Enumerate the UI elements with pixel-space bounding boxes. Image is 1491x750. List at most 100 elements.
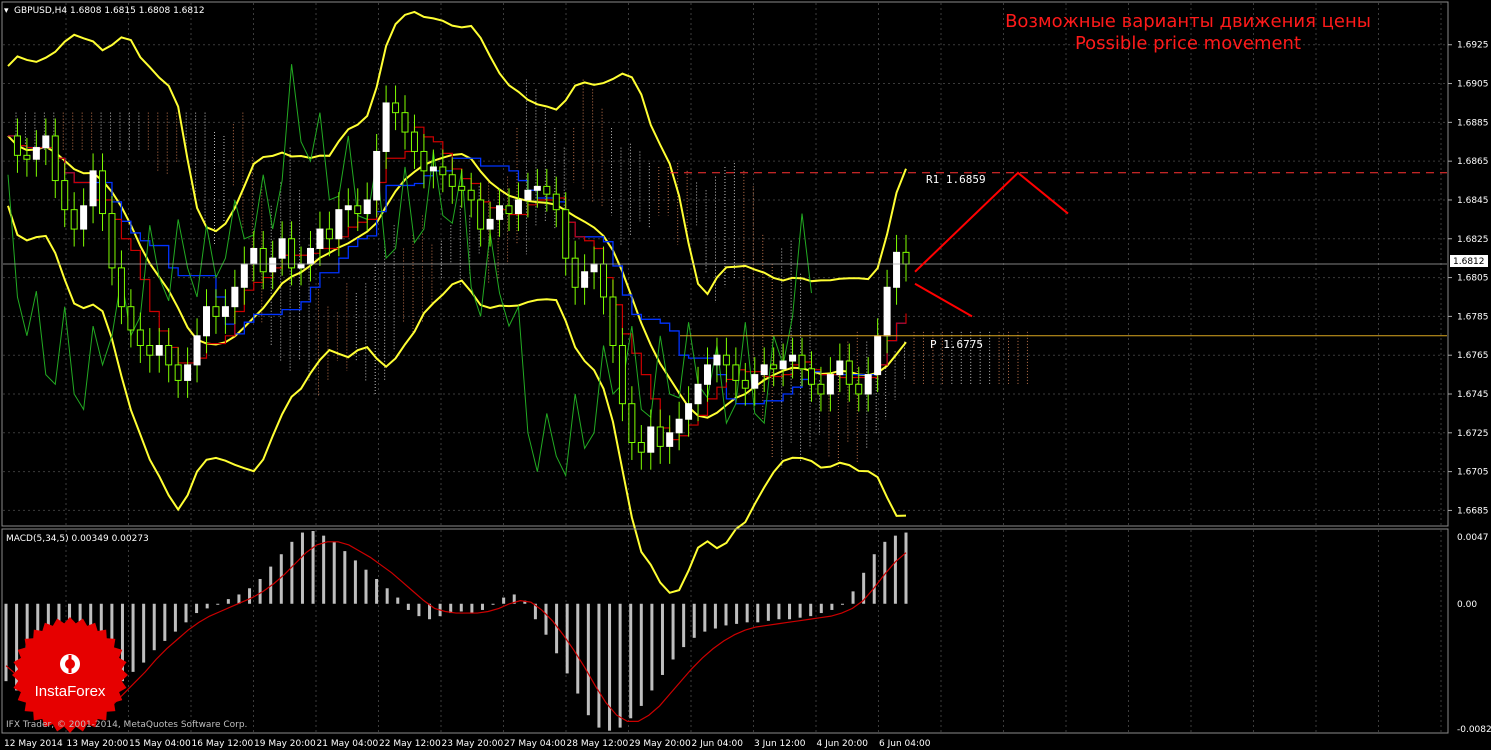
price-tick-label: 1.6745 (1457, 390, 1489, 400)
macd-bar (258, 578, 262, 604)
candle-body (127, 306, 135, 331)
candle-body (647, 426, 655, 453)
candle-body (32, 147, 40, 160)
candle-body (524, 189, 532, 201)
candle-body (392, 102, 400, 114)
price-tick-label: 1.6865 (1457, 157, 1489, 167)
macd-bar (332, 541, 336, 604)
candle-body (269, 257, 277, 273)
trading-chart[interactable]: R1 1.6859 P 1.6775 ▾ GBPUSD,H4 1.6808 1.6… (0, 0, 1491, 750)
candle-body (703, 364, 711, 385)
macd-bar (205, 603, 209, 609)
macd-bar (851, 591, 855, 604)
macd-bar (639, 603, 643, 706)
macd-bar (544, 603, 548, 635)
macd-bar (788, 603, 792, 620)
candle-body (439, 166, 447, 176)
candle-body (477, 199, 485, 230)
macd-bar (703, 603, 707, 632)
candle-body (363, 199, 371, 215)
candle-body (344, 205, 352, 211)
candle-body (288, 238, 296, 269)
time-tick-label: 12 May 2014 (4, 739, 63, 749)
candle-body (99, 170, 107, 215)
candle-body (212, 306, 220, 317)
copyright: IFX Trader, © 2001-2014, MetaQuotes Soft… (6, 720, 247, 730)
candle-body (789, 354, 797, 362)
candle-body (562, 209, 570, 259)
candle-body (278, 238, 286, 259)
candle-body (231, 286, 239, 308)
macd-bar (904, 532, 908, 604)
candle-body (817, 383, 825, 395)
macd-bar (671, 603, 675, 660)
macd-bar (163, 603, 167, 641)
time-tick-label: 21 May 04:00 (317, 739, 379, 749)
candle-body (448, 174, 456, 187)
macd-bar (4, 603, 8, 682)
macd-bar (756, 603, 760, 623)
time-tick-label: 23 May 20:00 (442, 739, 504, 749)
price-tick-label: 1.6765 (1457, 351, 1489, 361)
macd-bar (343, 551, 347, 604)
candle-body (467, 189, 475, 201)
candle-body (826, 374, 834, 395)
candle-body (666, 432, 674, 447)
candle-body (807, 368, 815, 385)
price-tick-label: 1.6925 (1457, 41, 1489, 51)
candle-body (779, 360, 787, 370)
candle-body (193, 335, 201, 366)
time-tick-label: 16 May 12:00 (192, 739, 254, 749)
candle-body (845, 360, 853, 385)
candle-body (694, 383, 702, 405)
macd-bar (216, 603, 220, 605)
candle-body (51, 135, 59, 182)
candle-body (165, 344, 173, 366)
current-price-label: 1.6812 (1453, 257, 1485, 267)
candle-body (760, 364, 768, 376)
candle-body (798, 354, 806, 370)
macd-bar (279, 554, 283, 604)
candle-body (429, 166, 437, 172)
candle-body (902, 251, 910, 265)
logo-text: InstaForex (35, 683, 106, 700)
macd-bar (142, 603, 146, 663)
price-tick-label: 1.6825 (1457, 235, 1489, 245)
macd-bar (745, 603, 749, 623)
candle-body (893, 251, 901, 288)
macd-bar (830, 603, 834, 610)
macd-bar (417, 603, 421, 617)
macd-bar (195, 603, 199, 614)
candle-body (486, 218, 494, 230)
macd-bar (480, 603, 484, 610)
current-price-tag: 1.6812 (1450, 255, 1488, 267)
candle-body (732, 364, 740, 381)
price-tick-label: 1.6705 (1457, 468, 1489, 478)
macd-bar (173, 603, 177, 632)
candle-body (146, 344, 154, 356)
symbol-header-icon[interactable]: ▾ (4, 6, 9, 16)
candle-body (316, 228, 324, 249)
time-tick-label: 19 May 20:00 (254, 739, 316, 749)
macd-bar (375, 578, 379, 604)
time-tick-label: 2 Jun 04:00 (692, 739, 744, 749)
candle-body (297, 263, 305, 269)
level-label: P 1.6775 (930, 338, 983, 351)
macd-bar (766, 603, 770, 621)
candle-body (108, 213, 116, 269)
annotation-line1: Возможные варианты движения цены (1005, 11, 1371, 32)
logo-icon (60, 654, 80, 674)
time-tick-label: 29 May 20:00 (629, 739, 691, 749)
macd-bar (597, 603, 601, 728)
candle-body (354, 205, 362, 215)
macd-bar (184, 603, 188, 623)
price-tick-label: 1.6845 (1457, 196, 1489, 206)
macd-tick-label: 0.0047 (1457, 533, 1489, 543)
candle-body (325, 228, 333, 240)
macd-bar (248, 588, 252, 604)
candle-body (335, 209, 343, 240)
candle-body (382, 102, 390, 152)
candle-body (713, 354, 721, 366)
macd-bar (385, 588, 389, 604)
candle-body (533, 185, 541, 191)
